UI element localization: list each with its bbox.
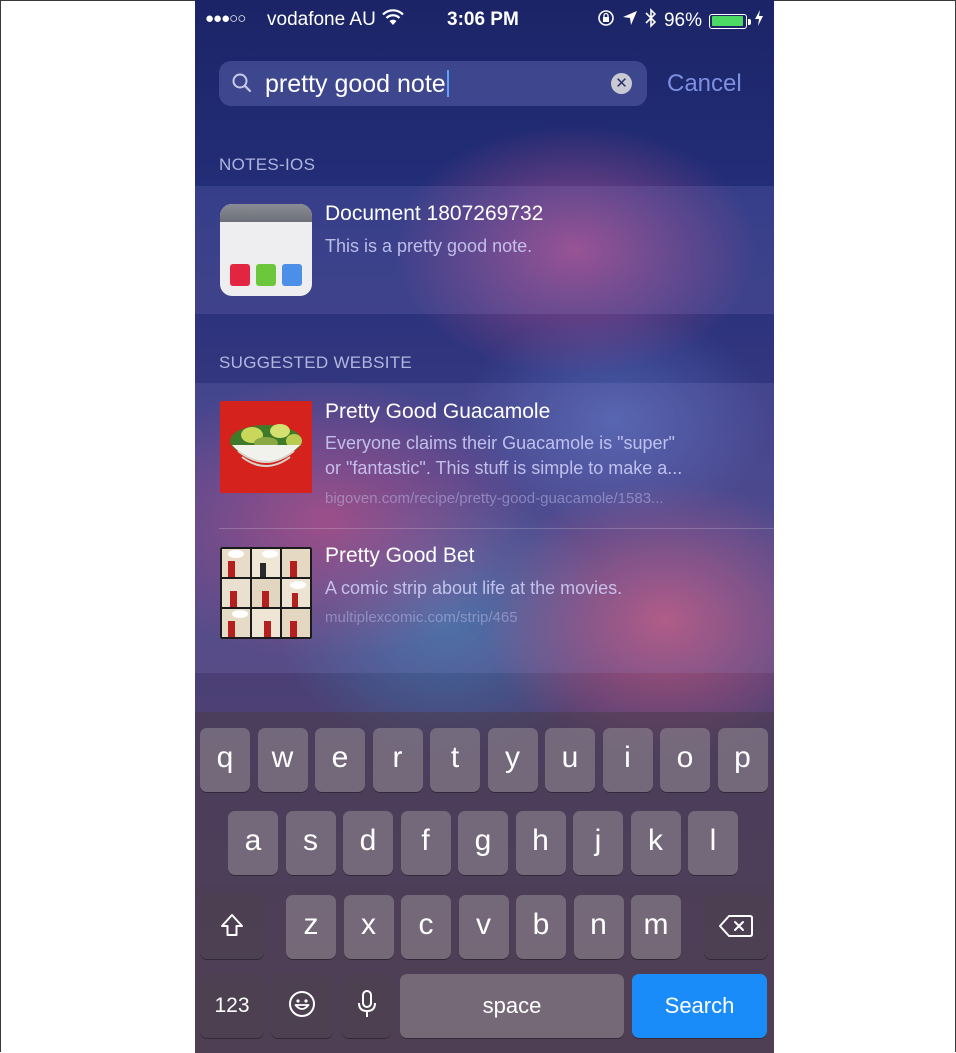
key-q[interactable]: q bbox=[200, 728, 250, 792]
key-z[interactable]: z bbox=[286, 895, 336, 959]
key-m[interactable]: m bbox=[631, 895, 681, 959]
result-url: bigoven.com/recipe/pretty-good-guacamole… bbox=[325, 490, 664, 507]
carrier-name: vodafone AU bbox=[267, 9, 376, 30]
signal-strength: ●●●○○ bbox=[205, 10, 246, 27]
search-key[interactable]: Search bbox=[632, 974, 767, 1038]
key-f[interactable]: f bbox=[400, 811, 451, 875]
microphone-icon bbox=[357, 987, 377, 1020]
key-w[interactable]: w bbox=[257, 728, 308, 792]
key-u[interactable]: u bbox=[545, 728, 595, 792]
key-c[interactable]: c bbox=[401, 895, 451, 959]
search-input[interactable]: pretty good note bbox=[265, 70, 449, 99]
battery-fill bbox=[711, 16, 744, 26]
status-bar: ●●●○○ vodafone AU 3:06 PM 96% bbox=[195, 0, 774, 38]
key-h[interactable]: h bbox=[515, 811, 566, 875]
bluetooth-icon bbox=[645, 8, 657, 34]
key-s[interactable]: s bbox=[285, 811, 336, 875]
phone-screen: ●●●○○ vodafone AU 3:06 PM 96% pretty goo… bbox=[195, 0, 774, 1053]
text-caret bbox=[446, 70, 449, 97]
key-e[interactable]: e bbox=[315, 728, 365, 792]
section-header-notes: NOTES-IOS bbox=[219, 155, 316, 174]
comic-thumbnail bbox=[220, 547, 312, 639]
key-k[interactable]: k bbox=[630, 811, 681, 875]
result-subtitle: This is a pretty good note. bbox=[325, 236, 533, 256]
delete-icon bbox=[719, 908, 753, 941]
result-subtitle-line-2: or "fantastic". This stuff is simple to … bbox=[325, 458, 683, 478]
result-url: multiplexcomic.com/strip/465 bbox=[325, 609, 518, 626]
search-query-text: pretty good note bbox=[265, 70, 446, 98]
notes-app-icon bbox=[220, 204, 312, 296]
keyboard: qwertyuiop asdfghjkl zxcvbnm 123 space S… bbox=[195, 712, 774, 1053]
numbers-key[interactable]: 123 bbox=[200, 974, 264, 1038]
dictation-key[interactable] bbox=[342, 974, 391, 1038]
notes-icon-header bbox=[220, 204, 312, 222]
key-i[interactable]: i bbox=[602, 728, 653, 792]
result-row-pretty-good-bet[interactable]: Pretty Good Bet A comic strip about life… bbox=[195, 529, 774, 673]
space-key[interactable]: space bbox=[400, 974, 624, 1038]
result-row-document[interactable]: Document 1807269732 This is a pretty goo… bbox=[195, 186, 774, 314]
key-b[interactable]: b bbox=[516, 895, 566, 959]
search-icon bbox=[231, 72, 253, 99]
key-o[interactable]: o bbox=[660, 728, 710, 792]
status-right-group: 96% bbox=[597, 8, 764, 34]
location-icon bbox=[622, 10, 638, 32]
key-v[interactable]: v bbox=[458, 895, 509, 959]
emoji-key[interactable] bbox=[271, 974, 333, 1038]
wifi-icon bbox=[382, 8, 404, 32]
key-g[interactable]: g bbox=[458, 811, 508, 875]
key-y[interactable]: y bbox=[487, 728, 538, 792]
result-subtitle-line-1: Everyone claims their Guacamole is "supe… bbox=[325, 433, 675, 453]
notes-results-card: Document 1807269732 This is a pretty goo… bbox=[195, 186, 774, 314]
key-x[interactable]: x bbox=[343, 895, 394, 959]
key-d[interactable]: d bbox=[343, 811, 393, 875]
notes-icon-red-square bbox=[230, 264, 250, 286]
cancel-button[interactable]: Cancel bbox=[667, 70, 742, 98]
emoji-icon bbox=[287, 987, 317, 1020]
delete-key[interactable] bbox=[704, 895, 768, 959]
clear-text-icon[interactable]: ✕ bbox=[611, 73, 632, 94]
section-header-suggested-website: SUGGESTED WEBSITE bbox=[219, 353, 413, 372]
charging-icon bbox=[754, 10, 764, 32]
clock: 3:06 PM bbox=[447, 9, 519, 30]
key-r[interactable]: r bbox=[372, 728, 423, 792]
key-n[interactable]: n bbox=[573, 895, 624, 959]
key-j[interactable]: j bbox=[573, 811, 623, 875]
notes-icon-blue-square bbox=[282, 264, 302, 286]
key-t[interactable]: t bbox=[430, 728, 480, 792]
key-l[interactable]: l bbox=[688, 811, 738, 875]
result-title: Pretty Good Bet bbox=[325, 544, 475, 567]
result-title: Document 1807269732 bbox=[325, 202, 544, 225]
key-p[interactable]: p bbox=[717, 728, 768, 792]
shift-key[interactable] bbox=[200, 895, 264, 959]
battery-icon bbox=[709, 13, 751, 29]
result-title: Pretty Good Guacamole bbox=[325, 400, 551, 423]
shift-icon bbox=[219, 908, 245, 941]
battery-percent: 96% bbox=[663, 10, 702, 31]
notes-icon-green-square bbox=[256, 264, 276, 286]
guacamole-thumbnail bbox=[220, 401, 312, 493]
key-a[interactable]: a bbox=[228, 811, 278, 875]
website-results-card: Pretty Good Guacamole Everyone claims th… bbox=[195, 383, 774, 673]
search-field[interactable]: pretty good note ✕ bbox=[219, 61, 647, 106]
orientation-lock-icon bbox=[597, 9, 615, 33]
result-subtitle: A comic strip about life at the movies. bbox=[325, 578, 623, 598]
result-row-guacamole[interactable]: Pretty Good Guacamole Everyone claims th… bbox=[195, 383, 774, 528]
